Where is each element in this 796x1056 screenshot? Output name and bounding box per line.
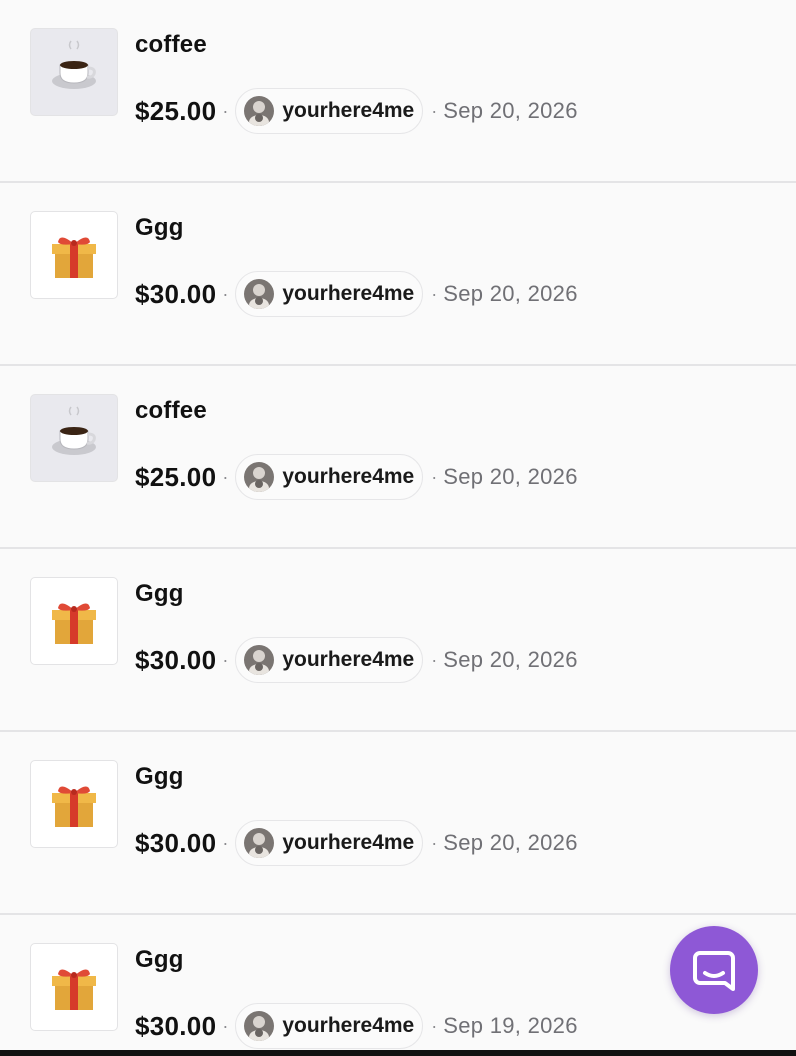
list-item[interactable]: coffee $25.00 · yourhere4me · Sep 20, 20… <box>0 366 796 549</box>
item-date: Sep 20, 2026 <box>443 647 578 672</box>
item-meta: $25.00 · yourhere4me · Sep 20, 2026 <box>135 453 578 501</box>
coffee-cup-icon <box>52 406 96 455</box>
user-chip[interactable]: yourhere4me <box>235 637 424 683</box>
item-name: Ggg <box>135 214 184 241</box>
chat-button[interactable] <box>670 926 758 1014</box>
user-chip[interactable]: yourhere4me <box>235 820 424 866</box>
item-date: Sep 20, 2026 <box>443 830 578 855</box>
item-amount: $30.00 <box>135 827 217 858</box>
item-thumbnail <box>30 211 118 299</box>
item-thumbnail <box>30 943 118 1031</box>
coffee-cup-icon <box>52 40 96 89</box>
avatar <box>244 1011 275 1041</box>
username: yourhere4me <box>282 831 415 854</box>
item-amount: $25.00 <box>135 461 217 492</box>
user-chip[interactable]: yourhere4me <box>235 454 424 500</box>
item-meta: $30.00 · yourhere4me · Sep 20, 2026 <box>135 270 578 318</box>
separator: · <box>222 649 229 670</box>
gift-box-icon <box>52 603 96 644</box>
chat-bubble-icon <box>693 951 735 991</box>
gift-box-icon <box>52 786 96 827</box>
separator: · <box>222 832 229 853</box>
avatar <box>244 645 275 675</box>
separator: · <box>222 1015 229 1036</box>
separator: · <box>431 466 438 487</box>
item-date: Sep 20, 2026 <box>443 281 578 306</box>
avatar <box>244 279 275 309</box>
separator: · <box>222 466 229 487</box>
avatar <box>244 96 275 126</box>
separator: · <box>222 283 229 304</box>
user-chip[interactable]: yourhere4me <box>235 271 424 317</box>
item-amount: $30.00 <box>135 644 217 675</box>
item-thumbnail <box>30 28 118 116</box>
item-name: Ggg <box>135 580 184 607</box>
item-amount: $30.00 <box>135 278 217 309</box>
item-date: Sep 20, 2026 <box>443 98 578 123</box>
user-chip[interactable]: yourhere4me <box>235 1003 424 1049</box>
screen-bottom-edge <box>0 1050 796 1056</box>
list-item[interactable]: coffee $25.00 · yourhere4me · Sep 20, 20… <box>0 0 796 183</box>
separator: · <box>431 649 438 670</box>
item-name: Ggg <box>135 763 184 790</box>
item-meta: $30.00 · yourhere4me · Sep 20, 2026 <box>135 636 578 684</box>
username: yourhere4me <box>282 648 415 671</box>
item-meta: $30.00 · yourhere4me · Sep 20, 2026 <box>135 819 578 867</box>
transaction-list: coffee $25.00 · yourhere4me · Sep 20, 20… <box>0 0 796 1056</box>
gift-box-icon <box>52 969 96 1010</box>
item-amount: $30.00 <box>135 1010 217 1041</box>
item-name: coffee <box>135 397 207 424</box>
item-name: coffee <box>135 31 207 58</box>
user-chip[interactable]: yourhere4me <box>235 88 424 134</box>
item-thumbnail <box>30 394 118 482</box>
list-item[interactable]: Ggg $30.00 · yourhere4me · Sep 20, 2026 <box>0 183 796 366</box>
item-meta: $30.00 · yourhere4me · Sep 19, 2026 <box>135 1002 578 1050</box>
avatar <box>244 828 275 858</box>
list-item[interactable]: Ggg $30.00 · yourhere4me · Sep 20, 2026 <box>0 732 796 915</box>
item-amount: $25.00 <box>135 95 217 126</box>
separator: · <box>222 100 229 121</box>
avatar <box>244 462 275 492</box>
separator: · <box>431 100 438 121</box>
list-item[interactable]: Ggg $30.00 · yourhere4me · Sep 20, 2026 <box>0 549 796 732</box>
username: yourhere4me <box>282 282 415 305</box>
username: yourhere4me <box>282 465 415 488</box>
separator: · <box>431 283 438 304</box>
gift-box-icon <box>52 237 96 278</box>
item-meta: $25.00 · yourhere4me · Sep 20, 2026 <box>135 87 578 135</box>
username: yourhere4me <box>282 1014 415 1037</box>
item-date: Sep 19, 2026 <box>443 1013 578 1038</box>
item-thumbnail <box>30 577 118 665</box>
item-name: Ggg <box>135 946 184 973</box>
separator: · <box>431 832 438 853</box>
username: yourhere4me <box>282 99 415 122</box>
separator: · <box>431 1015 438 1036</box>
item-thumbnail <box>30 760 118 848</box>
item-date: Sep 20, 2026 <box>443 464 578 489</box>
